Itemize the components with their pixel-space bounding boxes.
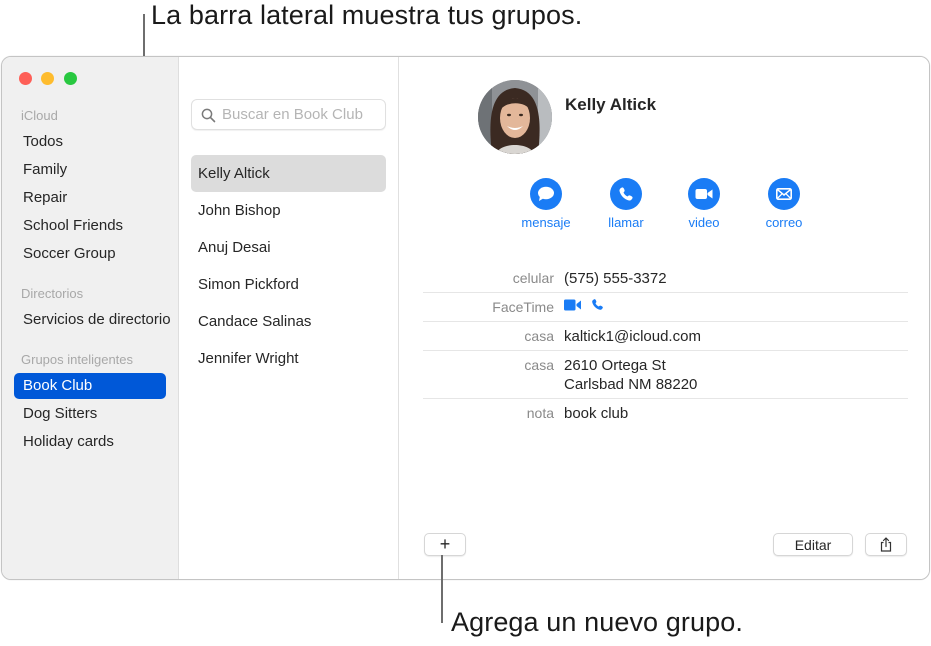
message-bubble-icon <box>538 186 554 201</box>
field-value-phone[interactable]: (575) 555-3372 <box>564 269 667 288</box>
field-value-address-line2[interactable]: Carlsbad NM 88220 <box>564 375 697 394</box>
phone-icon <box>619 187 633 201</box>
field-row-note: nota book club <box>423 399 908 427</box>
video-camera-icon <box>695 189 713 199</box>
envelope-icon <box>776 188 792 200</box>
share-icon <box>880 537 892 552</box>
mail-action-button[interactable]: correo <box>749 178 819 230</box>
contact-photo <box>478 80 552 154</box>
mail-action-label: correo <box>765 215 803 230</box>
message-action-label: mensaje <box>521 215 571 230</box>
sidebar-item-todos[interactable]: Todos <box>14 129 166 155</box>
call-action-label: llamar <box>608 215 644 230</box>
sidebar-section-grupos-inteligentes: Grupos inteligentes <box>21 352 134 367</box>
contact-avatar <box>478 80 552 154</box>
field-label: celular <box>512 270 554 286</box>
share-button[interactable] <box>865 533 907 556</box>
field-value-email[interactable]: kaltick1@icloud.com <box>564 327 701 346</box>
search-input[interactable] <box>222 100 382 129</box>
contact-list-item[interactable]: Simon Pickford <box>191 266 386 303</box>
video-action-label: video <box>688 215 720 230</box>
callout-sidebar: La barra lateral muestra tus grupos. <box>151 0 583 30</box>
contact-list-item[interactable]: Candace Salinas <box>191 303 386 340</box>
zoom-window-button[interactable] <box>64 72 77 85</box>
close-window-button[interactable] <box>19 72 32 85</box>
field-row-address: casa 2610 Ortega St Carlsbad NM 88220 <box>423 351 908 399</box>
field-label: casa <box>524 357 554 373</box>
contact-list-item[interactable]: Kelly Altick <box>191 155 386 192</box>
sidebar-item-book-club[interactable]: Book Club <box>14 373 166 399</box>
contacts-window: iCloud Todos Family Repair School Friend… <box>1 56 930 580</box>
field-row-email: casa kaltick1@icloud.com <box>423 322 908 351</box>
field-row-facetime: FaceTime <box>423 293 908 322</box>
sidebar-item-family[interactable]: Family <box>14 157 166 183</box>
sidebar-section-directorios: Directorios <box>21 286 84 301</box>
sidebar-item-soccer-group[interactable]: Soccer Group <box>14 241 166 267</box>
search-field[interactable] <box>191 99 386 130</box>
contact-list-item[interactable]: Anuj Desai <box>191 229 386 266</box>
callout-line-add <box>441 555 443 623</box>
sidebar-section-icloud: iCloud <box>21 108 58 123</box>
sidebar-item-servicios-de-directorio[interactable]: Servicios de directorio <box>14 307 171 333</box>
sidebar-item-school-friends[interactable]: School Friends <box>14 213 166 239</box>
contact-name: Kelly Altick <box>565 95 657 114</box>
sidebar-item-repair[interactable]: Repair <box>14 185 166 211</box>
field-label: FaceTime <box>492 299 554 315</box>
contact-list-pane: Kelly Altick John Bishop Anuj Desai Simo… <box>179 57 399 579</box>
sidebar-item-holiday-cards[interactable]: Holiday cards <box>14 429 166 455</box>
contact-list-item[interactable]: John Bishop <box>191 192 386 229</box>
add-button[interactable]: + <box>424 533 466 556</box>
field-label: casa <box>524 328 554 344</box>
contact-detail-pane: Kelly Altick mensaje llamar video correo… <box>399 57 929 579</box>
callout-add-group: Agrega un nuevo grupo. <box>451 607 743 637</box>
sidebar: iCloud Todos Family Repair School Friend… <box>2 57 179 579</box>
field-row-celular: celular (575) 555-3372 <box>423 266 908 293</box>
minimize-window-button[interactable] <box>41 72 54 85</box>
facetime-buttons <box>564 298 604 311</box>
facetime-video-icon[interactable] <box>564 299 582 311</box>
field-value-address-line1[interactable]: 2610 Ortega St <box>564 356 666 375</box>
message-action-button[interactable]: mensaje <box>511 178 581 230</box>
field-value-note[interactable]: book club <box>564 404 628 423</box>
edit-button[interactable]: Editar <box>773 533 853 556</box>
search-icon <box>201 108 216 123</box>
facetime-audio-icon[interactable] <box>591 298 604 311</box>
video-action-button[interactable]: video <box>669 178 739 230</box>
sidebar-item-dog-sitters[interactable]: Dog Sitters <box>14 401 166 427</box>
field-label: nota <box>526 405 554 421</box>
call-action-button[interactable]: llamar <box>591 178 661 230</box>
contact-list-item[interactable]: Jennifer Wright <box>191 340 386 377</box>
